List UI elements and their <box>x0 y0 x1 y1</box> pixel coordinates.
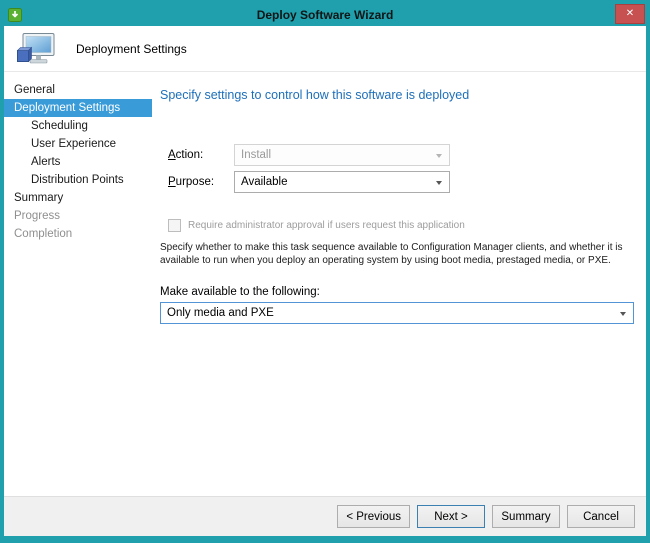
cancel-button[interactable]: Cancel <box>567 505 635 528</box>
purpose-dropdown[interactable]: Available <box>234 171 450 193</box>
sidebar-item-summary: Summary <box>4 189 152 207</box>
make-available-dropdown[interactable]: Only media and PXE <box>160 302 634 324</box>
purpose-label: Purpose: <box>168 176 234 188</box>
deploy-software-icon <box>8 8 22 22</box>
approval-checkbox-label: Require administrator approval if users … <box>188 220 465 231</box>
make-available-value: Only media and PXE <box>167 307 274 319</box>
wizard-page-title: Deployment Settings <box>76 42 187 56</box>
chevron-down-icon <box>620 312 626 316</box>
close-button[interactable]: ✕ <box>615 4 645 24</box>
previous-button[interactable]: < Previous <box>337 505 410 528</box>
wizard-page-header: Deployment Settings <box>4 26 646 72</box>
deploy-software-wizard-window: Deploy Software Wizard ✕ Deployme <box>0 0 650 543</box>
title-bar[interactable]: Deploy Software Wizard ✕ <box>4 3 646 26</box>
make-available-label: Make available to the following: <box>160 286 634 298</box>
approval-checkbox <box>168 219 181 232</box>
purpose-value: Available <box>241 176 287 188</box>
action-dropdown: Install <box>234 144 450 166</box>
approval-checkbox-row: Require administrator approval if users … <box>168 219 634 232</box>
deployment-settings-icon <box>16 32 58 66</box>
summary-button[interactable]: Summary <box>492 505 560 528</box>
sidebar-item-general: General <box>4 81 152 99</box>
chevron-down-icon <box>436 181 442 185</box>
sidebar-item-scheduling: Scheduling <box>4 117 152 135</box>
close-icon: ✕ <box>626 9 634 19</box>
action-value: Install <box>241 149 271 161</box>
window-title: Deploy Software Wizard <box>4 8 646 22</box>
task-sequence-description: Specify whether to make this task sequen… <box>160 241 634 267</box>
sidebar-item-user-experience: User Experience <box>4 135 152 153</box>
purpose-row: Purpose: Available <box>168 171 634 193</box>
chevron-down-icon <box>436 154 442 158</box>
sidebar-item-distribution-points: Distribution Points <box>4 171 152 189</box>
wizard-content-pane: Specify settings to control how this sof… <box>152 72 646 496</box>
wizard-button-bar: < Previous Next > Summary Cancel <box>4 496 646 536</box>
sidebar-item-deployment-settings: Deployment Settings <box>4 99 152 117</box>
page-heading: Specify settings to control how this sof… <box>160 88 634 102</box>
next-button[interactable]: Next > <box>417 505 485 528</box>
action-row: Action: Install <box>168 144 634 166</box>
action-label: Action: <box>168 149 234 161</box>
sidebar-item-completion: Completion <box>4 225 152 243</box>
sidebar-item-alerts: Alerts <box>4 153 152 171</box>
sidebar-item-progress: Progress <box>4 207 152 225</box>
wizard-steps-sidebar: General Deployment Settings Scheduling U… <box>4 72 152 496</box>
